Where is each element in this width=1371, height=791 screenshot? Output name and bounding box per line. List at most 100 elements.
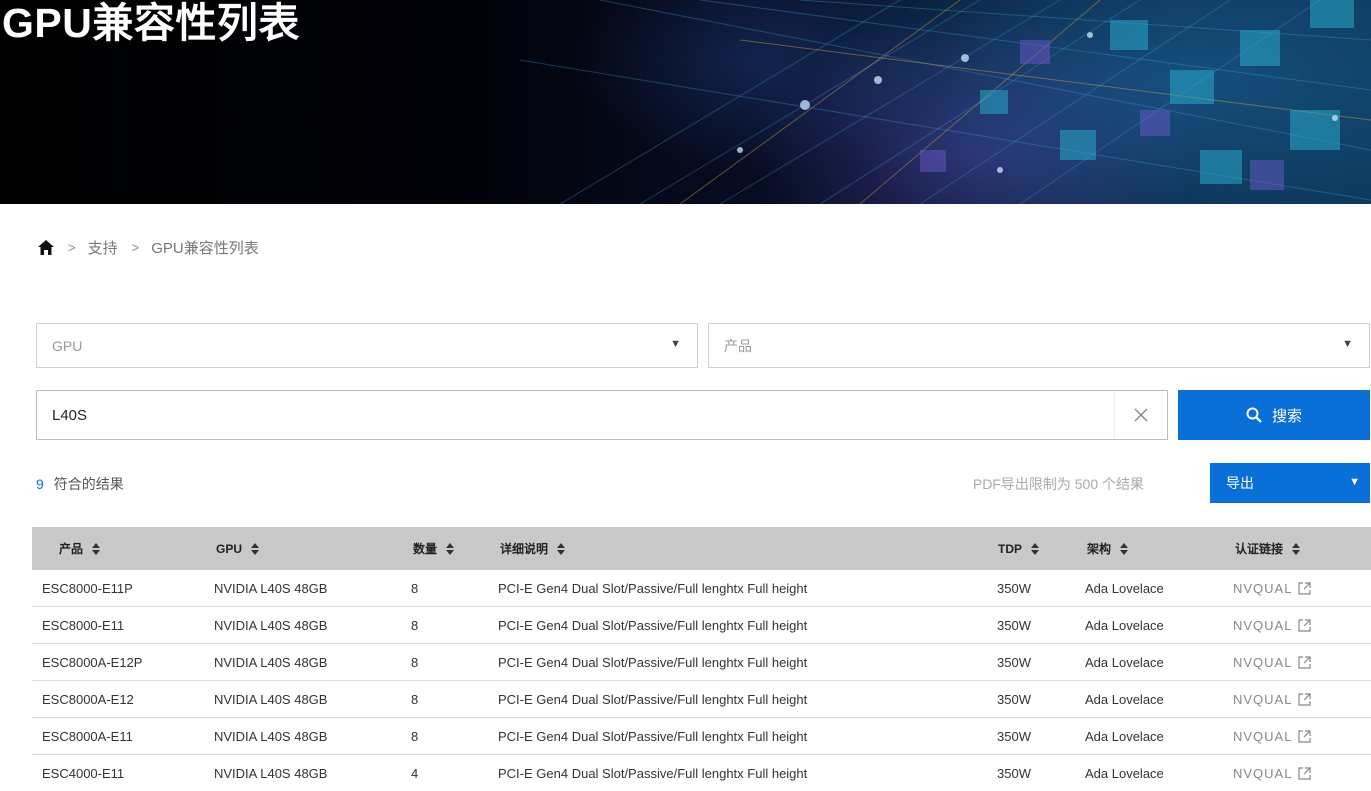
column-header-label: 产品 [59,542,84,556]
cell-gpu: NVIDIA L40S 48GB [214,654,328,670]
cert-link[interactable]: NVQUAL [1233,644,1312,680]
caret-down-icon: ▼ [1349,476,1360,488]
table-row: ESC8000A-E12P NVIDIA L40S 48GB 8 PCI-E G… [32,644,1371,681]
cell-product: ESC8000A-E12 [42,691,134,707]
results-label: 符合的结果 [53,476,124,492]
page-title: GPU兼容性列表 [2,0,300,46]
breadcrumb-separator: > [68,239,76,255]
product-select[interactable]: 产品 ▼ [708,323,1370,368]
product-select-placeholder: 产品 [724,337,752,354]
table-row: ESC8000-E11P NVIDIA L40S 48GB 8 PCI-E Ge… [32,570,1371,607]
gpu-select-placeholder: GPU [52,337,83,354]
breadcrumb: > 支持 > GPU兼容性列表 [38,236,259,258]
cell-tdp: 350W [997,728,1031,744]
column-header-label: 架构 [1087,542,1112,556]
cert-link[interactable]: NVQUAL [1233,681,1312,717]
search-button[interactable]: 搜索 [1178,390,1370,440]
table-row: ESC8000A-E12 NVIDIA L40S 48GB 8 PCI-E Ge… [32,681,1371,718]
cell-gpu: NVIDIA L40S 48GB [214,728,328,744]
cell-detail: PCI-E Gen4 Dual Slot/Passive/Full lenght… [498,691,808,707]
breadcrumb-support[interactable]: 支持 [88,237,118,258]
sort-icon [92,542,101,555]
external-link-icon [1298,692,1312,706]
cell-gpu: NVIDIA L40S 48GB [214,691,328,707]
cell-product: ESC8000A-E12P [42,654,143,670]
cell-product: ESC8000A-E11 [42,728,133,744]
column-header-detail[interactable]: 详细说明 [500,527,566,570]
close-icon [1134,408,1148,422]
external-link-icon [1298,581,1312,595]
column-header-product[interactable]: 产品 [59,527,101,570]
caret-down-icon: ▼ [1342,338,1353,350]
search-icon [1246,407,1262,423]
cert-link-label: NVQUAL [1233,580,1293,596]
column-header-label: 认证链接 [1235,542,1284,556]
gpu-select[interactable]: GPU ▼ [36,323,698,368]
cell-detail: PCI-E Gen4 Dual Slot/Passive/Full lenght… [498,728,808,744]
column-header-arch[interactable]: 架构 [1087,527,1129,570]
cert-link-label: NVQUAL [1233,654,1293,670]
cell-gpu: NVIDIA L40S 48GB [214,580,328,596]
cert-link-label: NVQUAL [1233,691,1293,707]
cell-arch: Ada Lovelace [1085,691,1164,707]
cert-link[interactable]: NVQUAL [1233,607,1312,643]
external-link-icon [1298,655,1312,669]
cert-link-label: NVQUAL [1233,728,1293,744]
external-link-icon [1298,766,1312,780]
cell-product: ESC8000-E11P [42,580,133,596]
pdf-export-note: PDF导出限制为 500 个结果 [972,476,1144,492]
hero-banner: GPU兼容性列表 [0,0,1371,204]
breadcrumb-current: GPU兼容性列表 [151,239,259,257]
cell-detail: PCI-E Gen4 Dual Slot/Passive/Full lenght… [498,580,808,596]
home-icon[interactable] [38,239,54,255]
cell-product: ESC8000-E11 [42,617,125,633]
column-header-tdp[interactable]: TDP [998,527,1039,570]
cert-link[interactable]: NVQUAL [1233,570,1312,606]
table-row: ESC8000A-E11 NVIDIA L40S 48GB 8 PCI-E Ge… [32,718,1371,755]
cell-tdp: 350W [997,617,1031,633]
column-header-label: GPU [216,541,243,556]
gpu-compatibility-table: 产品 GPU 数量 详细说明 TDP 架构 认证链接 ESC8000-E11P … [32,527,1371,791]
export-label: 导出 [1226,475,1254,491]
cert-link[interactable]: NVQUAL [1233,718,1312,754]
column-header-qty[interactable]: 数量 [413,527,455,570]
cell-arch: Ada Lovelace [1085,654,1164,670]
sort-icon [1292,542,1301,555]
search-input[interactable] [37,392,1127,438]
results-count: 9 [36,476,44,492]
cell-detail: PCI-E Gen4 Dual Slot/Passive/Full lenght… [498,654,808,670]
cell-tdp: 350W [997,691,1031,707]
clear-search-button[interactable] [1114,391,1167,439]
breadcrumb-separator: > [131,239,140,255]
cell-qty: 8 [411,654,419,670]
cell-arch: Ada Lovelace [1085,580,1164,596]
external-link-icon [1298,729,1312,743]
table-row: ESC8000-E11 NVIDIA L40S 48GB 8 PCI-E Gen… [32,607,1371,644]
cell-qty: 8 [411,580,419,596]
caret-down-icon: ▼ [670,338,681,350]
cert-link-label: NVQUAL [1233,765,1293,781]
results-summary: 9 符合的结果 [36,474,124,494]
table-header-row: 产品 GPU 数量 详细说明 TDP 架构 认证链接 [32,527,1371,570]
cell-gpu: NVIDIA L40S 48GB [214,617,328,633]
cell-tdp: 350W [997,654,1031,670]
sort-icon [1120,542,1129,555]
column-header-cert[interactable]: 认证链接 [1235,527,1301,570]
sort-icon [446,542,455,555]
column-header-label: 详细说明 [500,542,549,556]
external-link-icon [1298,618,1312,632]
column-header-label: TDP [998,541,1022,556]
sort-icon [1031,542,1039,555]
export-dropdown-button[interactable]: 导出 ▼ [1210,463,1370,503]
cert-link-label: NVQUAL [1233,617,1293,633]
column-header-gpu[interactable]: GPU [216,527,260,570]
sort-icon [251,542,260,555]
cell-detail: PCI-E Gen4 Dual Slot/Passive/Full lenght… [498,617,808,633]
cell-qty: 8 [411,728,419,744]
cell-arch: Ada Lovelace [1085,728,1164,744]
search-box [36,390,1168,440]
cell-tdp: 350W [997,580,1031,596]
search-button-label: 搜索 [1271,407,1302,425]
cell-qty: 8 [411,617,419,633]
cell-qty: 8 [411,691,419,707]
